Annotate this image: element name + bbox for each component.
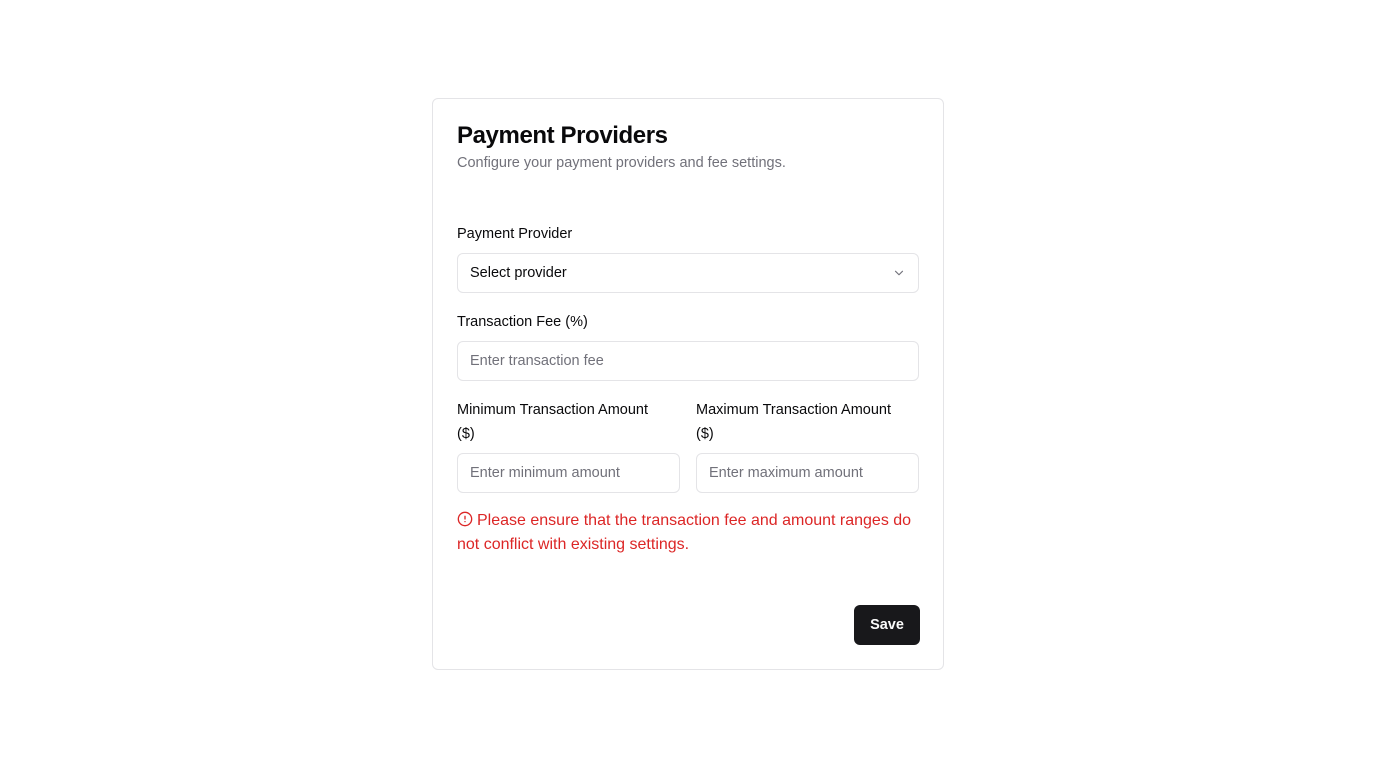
transaction-fee-input[interactable] (457, 341, 919, 381)
payment-providers-card: Payment Providers Configure your payment… (432, 98, 944, 670)
validation-error-message: Please ensure that the transaction fee a… (457, 509, 921, 557)
error-text: Please ensure that the transaction fee a… (457, 512, 912, 553)
payment-provider-select-value: Select provider (470, 265, 567, 281)
minimum-amount-label: Minimum Transaction Amount ($) (457, 398, 677, 446)
payment-provider-label: Payment Provider (457, 226, 573, 242)
transaction-fee-label: Transaction Fee (%) (457, 314, 588, 330)
alert-circle-icon (457, 511, 473, 527)
maximum-amount-label-line2: ($) (696, 426, 714, 442)
minimum-amount-label-line1: Minimum Transaction Amount (457, 402, 648, 418)
save-button[interactable]: Save (854, 605, 920, 645)
minimum-amount-input[interactable] (457, 453, 680, 493)
maximum-amount-input[interactable] (696, 453, 919, 493)
minimum-amount-label-line2: ($) (457, 426, 475, 442)
card-header: Payment Providers Configure your payment… (457, 121, 919, 173)
card-title: Payment Providers (457, 122, 668, 149)
maximum-amount-label: Maximum Transaction Amount ($) (696, 398, 919, 446)
payment-provider-select[interactable]: Select provider (457, 253, 919, 293)
card-subtitle: Configure your payment providers and fee… (457, 155, 786, 171)
chevron-down-icon (892, 266, 906, 280)
maximum-amount-label-line1: Maximum Transaction Amount (696, 402, 892, 418)
